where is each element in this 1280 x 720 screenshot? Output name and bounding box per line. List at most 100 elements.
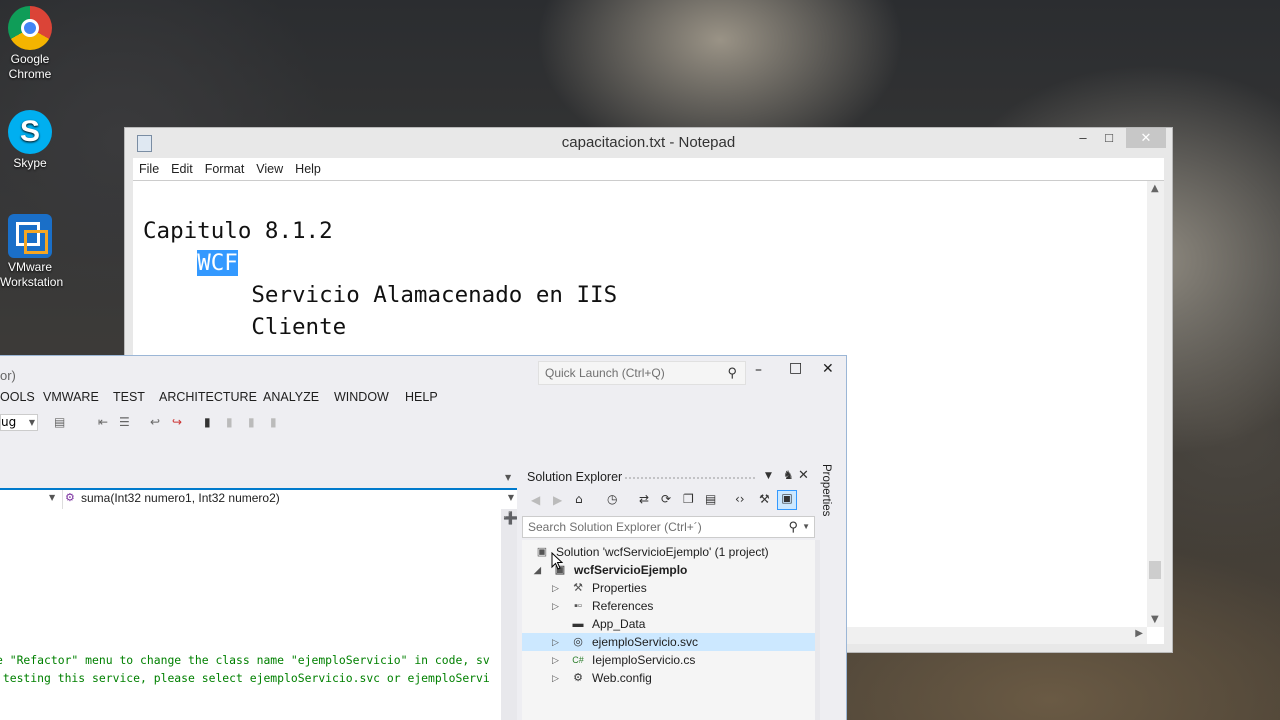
minimize-button[interactable]: – [755,362,762,378]
menu-edit[interactable]: Edit [165,158,199,180]
properties-wrench-icon[interactable]: ⚒ [759,492,770,506]
home-icon[interactable]: ⌂ [575,492,583,506]
history-icon[interactable]: ◷ [607,492,617,506]
menu-architecture[interactable]: ARCHITECTURE [159,390,257,404]
scroll-thumb[interactable] [1149,561,1161,579]
chevron-down-icon[interactable]: ▼ [802,517,810,537]
properties-side-tab[interactable]: Properties [818,464,840,524]
solution-config-dropdown[interactable]: ug ▼ [0,414,38,431]
chevron-down-icon[interactable]: ▼ [765,471,772,481]
toolbar-redo-icon[interactable]: ↪ [172,415,182,429]
search-placeholder: Search Solution Explorer (Ctrl+´) [528,520,702,534]
menu-format[interactable]: Format [199,158,251,180]
split-icon[interactable]: ➕ [503,511,518,525]
tree-node-project[interactable]: ◢ ▣ wcfServicioEjemplo [522,561,815,579]
desktop-icon-label: Google [10,52,50,66]
collapsed-arrow-icon[interactable]: ▷ [552,597,562,615]
chevron-down-icon[interactable]: ▼ [49,493,55,502]
bookmark-clear-icon[interactable]: ▮ [270,415,277,429]
bookmark-next-icon[interactable]: ▮ [248,415,255,429]
scroll-down-arrow-icon[interactable]: ▼ [1151,614,1159,625]
tree-node-label: References [592,599,654,613]
tree-node-app-data[interactable]: ▬ App_Data [522,615,815,633]
editor-vertical-scrollbar[interactable]: ➕ [501,509,518,720]
dotted-grip [625,477,755,479]
minimize-button[interactable]: – [1070,128,1096,148]
scroll-right-arrow-icon[interactable]: ▶ [1135,628,1143,639]
tree-node-web-config[interactable]: ▷ ⚙ Web.config [522,669,815,687]
vmware-icon [8,214,52,258]
menu-view[interactable]: View [250,158,289,180]
toolbar-align-icon[interactable]: ⇤ [98,415,108,429]
collapsed-arrow-icon[interactable]: ▷ [552,669,562,687]
close-icon[interactable]: ✕ [798,468,809,483]
method-icon: ⚙ [65,491,75,504]
menu-file[interactable]: File [133,158,165,180]
maximize-button[interactable]: □ [1096,128,1122,148]
sync-icon[interactable]: ⇄ [639,492,649,506]
menu-help[interactable]: Help [289,158,327,180]
toolbar-indent-icon[interactable]: ☰ [119,415,130,429]
collapsed-arrow-icon[interactable]: ▷ [552,651,562,669]
quick-launch-input[interactable]: Quick Launch (Ctrl+Q) ⚲ [538,361,746,385]
close-button[interactable]: ✕ [1126,128,1166,148]
solution-icon: ▣ [536,546,548,558]
quick-launch-placeholder: Quick Launch (Ctrl+Q) [545,366,665,380]
properties-tab-label: Properties [820,464,832,517]
menu-window[interactable]: WINDOW [334,390,389,404]
tree-node-interface[interactable]: ▷ C# IejemploServicio.cs [522,651,815,669]
vertical-scrollbar[interactable]: ▲ ▼ [1147,181,1164,627]
desktop-icon-skype[interactable]: S Skype [0,110,60,171]
desktop-icon-label: Chrome [8,67,52,81]
member-dropdown-value: suma(Int32 numero1, Int32 numero2) [81,491,280,505]
visual-studio-window[interactable]: or) Quick Launch (Ctrl+Q) ⚲ – □ ✕ OOLS V… [0,355,847,720]
collapse-all-icon[interactable]: ❐ [683,492,694,506]
references-icon: ▪▫ [574,600,582,612]
menu-tools[interactable]: OOLS [0,390,35,404]
tree-node-label: ejemploServicio.svc [592,635,699,649]
tree-node-solution[interactable]: ▣ Solution 'wcfServicioEjemplo' (1 proje… [522,543,815,561]
bookmark-prev-icon[interactable]: ▮ [226,415,233,429]
view-code-icon[interactable]: ‹› [735,492,745,506]
desktop-icon-vmware[interactable]: VMware Workstation [0,214,64,290]
scroll-up-arrow-icon[interactable]: ▲ [1151,183,1159,194]
collapsed-arrow-icon[interactable]: ▷ [552,579,562,597]
maximize-button[interactable]: □ [789,360,802,376]
text-line: Capitulo 8.1.2 [143,218,333,244]
tree-node-label: Solution 'wcfServicioEjemplo' (1 project… [556,545,769,559]
menu-analyze[interactable]: ANALYZE [263,390,319,404]
desktop-icon-chrome[interactable]: Google Chrome [0,6,60,82]
preview-icon[interactable]: ▣ [777,490,797,510]
code-editor[interactable]: e "Refactor" menu to change the class na… [0,509,501,720]
solution-explorer-search[interactable]: Search Solution Explorer (Ctrl+´) ⚲ ▼ [522,516,815,538]
selected-text: WCF [197,250,238,276]
show-all-files-icon[interactable]: ▤ [705,492,716,506]
config-file-icon: ⚙ [573,672,583,684]
collapsed-arrow-icon[interactable]: ▷ [552,633,562,651]
menu-vmware[interactable]: VMWARE [43,390,99,404]
tree-node-properties[interactable]: ▷ ⚒ Properties [522,579,815,597]
desktop-icon-label: Workstation [0,275,64,289]
search-icon[interactable]: ⚲ [788,517,798,537]
svc-file-icon: ◎ [573,636,583,648]
member-dropdown[interactable]: ⚙ suma(Int32 numero1, Int32 numero2) ▼ [62,490,518,509]
solution-explorer-scrollbar[interactable] [815,540,820,720]
refresh-icon[interactable]: ⟳ [661,492,671,506]
notepad-titlebar[interactable]: capacitacion.txt - Notepad – □ ✕ [125,128,1172,158]
back-icon[interactable]: ◀ [531,493,540,507]
toolbar-undo-icon[interactable]: ↩ [150,415,160,429]
tree-node-svc-selected[interactable]: ▷ ◎ ejemploServicio.svc [522,633,815,651]
forward-icon[interactable]: ▶ [553,493,562,507]
chevron-down-icon[interactable]: ▼ [505,473,511,482]
close-button[interactable]: ✕ [822,361,834,377]
menu-test[interactable]: TEST [113,390,145,404]
text-line: Cliente [251,314,347,340]
tree-node-label: Properties [592,581,647,595]
pin-icon[interactable]: ♞ [783,468,794,482]
toolbar-find-icon[interactable]: ▤ [54,415,65,429]
bookmark-icon[interactable]: ▮ [204,415,211,429]
solution-tree: ▣ Solution 'wcfServicioEjemplo' (1 proje… [522,540,815,720]
expanded-arrow-icon[interactable]: ◢ [534,561,544,579]
menu-help[interactable]: HELP [405,390,438,404]
tree-node-references[interactable]: ▷ ▪▫ References [522,597,815,615]
